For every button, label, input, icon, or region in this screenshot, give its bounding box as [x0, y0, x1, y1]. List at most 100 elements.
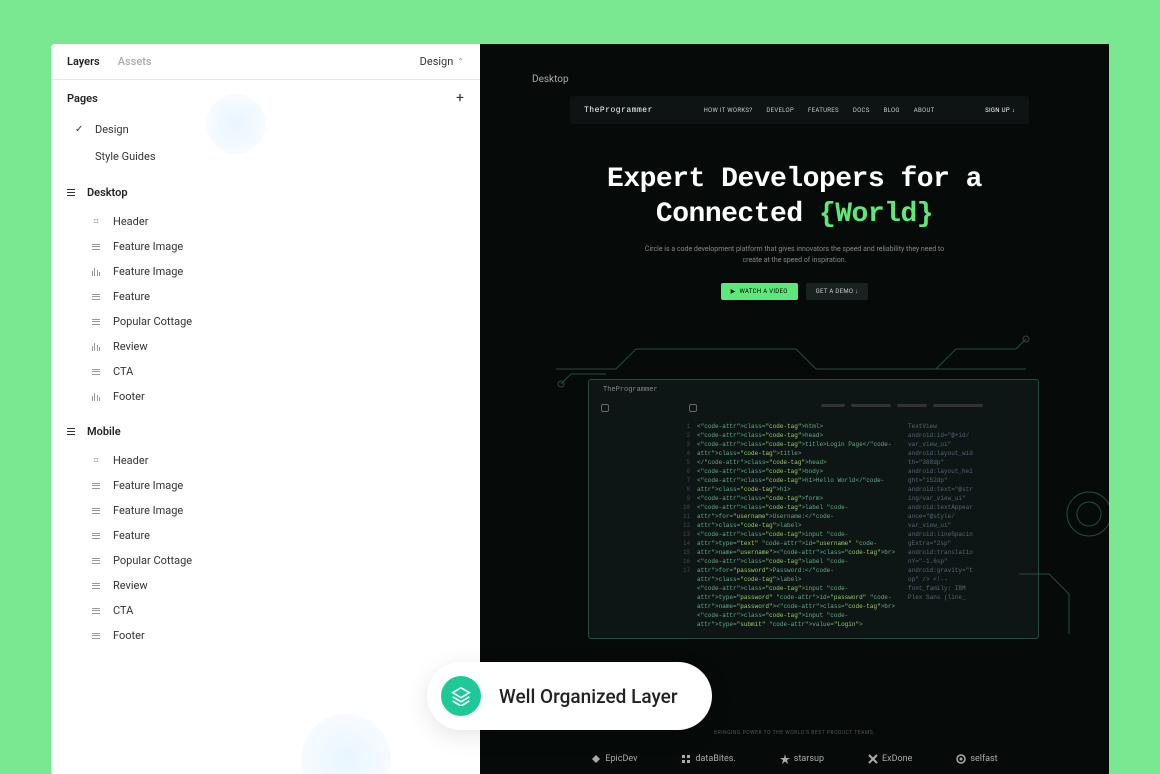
- partners-section: BRINGING POWER TO THE WORLD'S BEST PRODU…: [480, 730, 1109, 764]
- layer-name: Review: [113, 340, 148, 353]
- layer-item[interactable]: Popular Cottage: [51, 309, 480, 334]
- hero-title: Expert Developers for a Connected {World…: [580, 162, 1009, 232]
- page-item[interactable]: Style Guides: [51, 143, 480, 170]
- layer-item[interactable]: Feature: [51, 523, 480, 548]
- main-nav: HOW IT WORKS? DEVELOP FEATURES DOCS BLOG ABOU…: [703, 107, 934, 114]
- layer-name: CTA: [113, 365, 133, 378]
- window-control[interactable]: [689, 404, 697, 412]
- nav-link[interactable]: ABOUT: [914, 107, 935, 114]
- nav-link[interactable]: FEATURES: [808, 107, 839, 114]
- layer-item[interactable]: Feature Image: [51, 498, 480, 523]
- lines-icon: [92, 319, 100, 325]
- lines-icon: [92, 483, 100, 489]
- window-chrome: [601, 404, 697, 412]
- panel-header: Layers Assets Design ⌃: [51, 44, 480, 80]
- tab-bar: [821, 404, 1026, 412]
- site-header: TheProgrammer HOW IT WORKS? DEVELOP FEATUR…: [570, 96, 1029, 124]
- frame-header[interactable]: Desktop: [51, 176, 480, 209]
- hero-section: Expert Developers for a Connected {World…: [480, 162, 1109, 300]
- frame-icon: ⌗: [93, 456, 98, 466]
- layer-name: Footer: [113, 629, 145, 642]
- bars-icon: [92, 343, 101, 351]
- layer-item[interactable]: Feature Image: [51, 473, 480, 498]
- layer-name: Feature Image: [113, 240, 183, 253]
- pages-section-header: Pages +: [51, 80, 480, 116]
- nav-link[interactable]: DEVELOP: [766, 107, 794, 114]
- layer-item[interactable]: ⌗ Header: [51, 448, 480, 473]
- layer-name: CTA: [113, 604, 133, 617]
- tab-layers[interactable]: Layers: [67, 55, 100, 68]
- lines-icon: [92, 508, 100, 514]
- layer-item[interactable]: Review: [51, 573, 480, 598]
- layer-name: Feature Image: [113, 265, 183, 278]
- layer-name: Popular Cottage: [113, 554, 192, 567]
- nav-link[interactable]: HOW IT WORKS?: [703, 107, 752, 114]
- lines-icon: [92, 558, 100, 564]
- page-name: Style Guides: [95, 150, 156, 163]
- design-dropdown-label: Design: [420, 55, 454, 68]
- get-demo-button[interactable]: GET A DEMO ↓: [806, 283, 869, 300]
- hamburger-icon: [67, 428, 75, 435]
- hero-subtitle: Circle is a code development platform th…: [645, 244, 945, 265]
- design-dropdown[interactable]: Design ⌃: [420, 55, 464, 68]
- layer-item[interactable]: Footer: [51, 384, 480, 409]
- bars-icon: [92, 393, 101, 401]
- frame-name: Desktop: [87, 186, 128, 199]
- site-logo[interactable]: TheProgrammer: [584, 106, 653, 115]
- partner-logo: selfast: [956, 754, 997, 764]
- code-content: <"code-attr">class="code-tag">html> <"co…: [697, 422, 898, 628]
- frame-label: Desktop: [532, 74, 569, 85]
- circuit-decoration: [1019, 474, 1109, 654]
- layer-name: Feature: [113, 529, 150, 542]
- layer-name: Feature Image: [113, 479, 183, 492]
- nav-link[interactable]: BLOG: [884, 107, 900, 114]
- code-side-panel: TextViewandroid:id="@+id/var_view_ui"and…: [908, 422, 1028, 602]
- layer-name: Feature: [113, 290, 150, 303]
- play-icon: ▶: [731, 288, 736, 295]
- badge-text: Well Organized Layer: [499, 685, 678, 708]
- partner-logo: ExDone: [868, 754, 912, 764]
- add-page-button[interactable]: +: [456, 90, 464, 106]
- layer-item[interactable]: CTA: [51, 598, 480, 623]
- frame-header[interactable]: Mobile: [51, 415, 480, 448]
- lines-icon: [92, 369, 100, 375]
- layer-item[interactable]: Popular Cottage: [51, 548, 480, 573]
- nav-link[interactable]: DOCS: [853, 107, 870, 114]
- tab-assets[interactable]: Assets: [118, 55, 152, 68]
- hero-line2a: Connected: [656, 199, 819, 230]
- layers-panel: Layers Assets Design ⌃ Pages + ✓ Design St…: [51, 44, 480, 774]
- partner-logo: dataBites.: [681, 754, 735, 764]
- signup-button[interactable]: SIGN UP ↓: [985, 107, 1015, 114]
- layer-item[interactable]: Feature: [51, 284, 480, 309]
- layer-item[interactable]: Feature Image: [51, 234, 480, 259]
- layer-item[interactable]: CTA: [51, 359, 480, 384]
- lines-icon: [92, 244, 100, 250]
- layer-name: Header: [113, 454, 148, 467]
- bars-icon: [92, 268, 101, 276]
- layer-item[interactable]: Footer: [51, 623, 480, 648]
- watch-video-button[interactable]: ▶ WATCH A VIDEO: [721, 283, 798, 300]
- layer-item[interactable]: Feature Image: [51, 259, 480, 284]
- layer-name: Review: [113, 579, 148, 592]
- feature-badge: Well Organized Layer: [427, 662, 712, 730]
- layer-name: Feature Image: [113, 504, 183, 517]
- lines-icon: [92, 633, 100, 639]
- watch-video-label: WATCH A VIDEO: [740, 288, 788, 295]
- layer-name: Popular Cottage: [113, 315, 192, 328]
- frame-name: Mobile: [87, 425, 121, 438]
- hero-line1: Expert Developers for a: [607, 164, 982, 195]
- partner-logo: starsup: [780, 754, 824, 764]
- check-icon: ✓: [75, 124, 85, 135]
- decoration-blur: [206, 94, 266, 154]
- page-name: Design: [95, 123, 129, 136]
- frame-icon: ⌗: [93, 217, 98, 227]
- window-control[interactable]: [601, 404, 609, 412]
- layer-item[interactable]: ⌗Header: [51, 209, 480, 234]
- lines-icon: [92, 294, 100, 300]
- line-numbers: 1234567891011121314151617: [683, 422, 690, 575]
- layer-item[interactable]: Review: [51, 334, 480, 359]
- lines-icon: [92, 533, 100, 539]
- partner-logo: EpicDev: [591, 754, 637, 764]
- layers-icon: [441, 676, 481, 716]
- lines-icon: [92, 583, 100, 589]
